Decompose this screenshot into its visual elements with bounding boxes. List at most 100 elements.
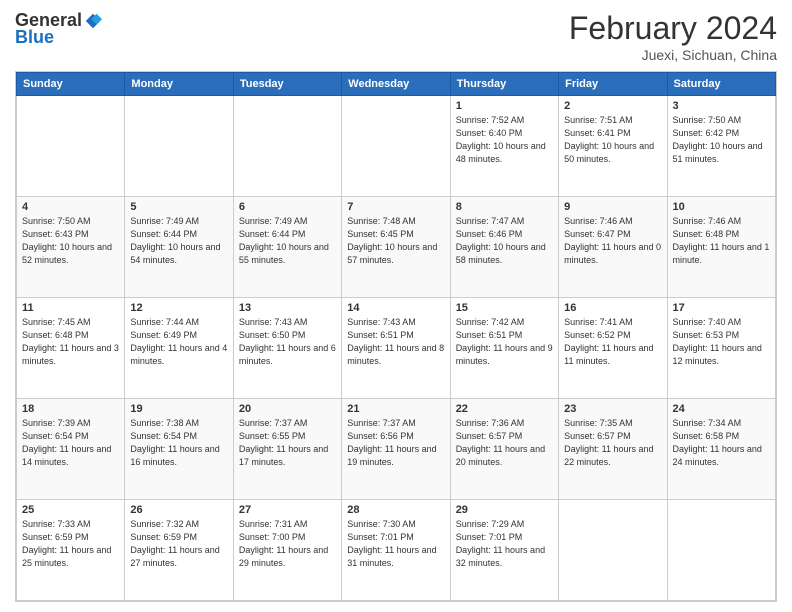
calendar-cell: 25 Sunrise: 7:33 AMSunset: 6:59 PMDayligh… <box>17 500 125 601</box>
day-number: 27 <box>239 504 336 516</box>
day-number: 16 <box>564 302 661 314</box>
day-number: 4 <box>22 201 119 213</box>
day-info: Sunrise: 7:41 AMSunset: 6:52 PMDaylight:… <box>564 316 661 368</box>
day-info: Sunrise: 7:33 AMSunset: 6:59 PMDaylight:… <box>22 518 119 570</box>
logo-blue: Blue <box>15 27 54 48</box>
day-number: 19 <box>130 403 227 415</box>
day-number: 6 <box>239 201 336 213</box>
day-info: Sunrise: 7:50 AMSunset: 6:42 PMDaylight:… <box>673 114 770 166</box>
day-number: 1 <box>456 100 553 112</box>
day-info: Sunrise: 7:46 AMSunset: 6:48 PMDaylight:… <box>673 215 770 267</box>
day-info: Sunrise: 7:31 AMSunset: 7:00 PMDaylight:… <box>239 518 336 570</box>
page-subtitle: Juexi, Sichuan, China <box>569 47 777 63</box>
day-number: 2 <box>564 100 661 112</box>
day-number: 12 <box>130 302 227 314</box>
week-row: 25 Sunrise: 7:33 AMSunset: 6:59 PMDayligh… <box>17 500 776 601</box>
calendar-cell: 1 Sunrise: 7:52 AMSunset: 6:40 PMDaylight… <box>450 96 558 197</box>
days-row: SundayMondayTuesdayWednesdayThursdayFrid… <box>17 73 776 96</box>
day-info: Sunrise: 7:45 AMSunset: 6:48 PMDaylight:… <box>22 316 119 368</box>
day-header-saturday: Saturday <box>667 73 775 96</box>
calendar-cell: 17 Sunrise: 7:40 AMSunset: 6:53 PMDayligh… <box>667 298 775 399</box>
day-number: 14 <box>347 302 444 314</box>
day-info: Sunrise: 7:51 AMSunset: 6:41 PMDaylight:… <box>564 114 661 166</box>
day-info: Sunrise: 7:47 AMSunset: 6:46 PMDaylight:… <box>456 215 553 267</box>
day-info: Sunrise: 7:29 AMSunset: 7:01 PMDaylight:… <box>456 518 553 570</box>
day-number: 24 <box>673 403 770 415</box>
calendar-cell: 7Sunrise: 7:48 AMSunset: 6:45 PMDaylight… <box>342 197 450 298</box>
day-number: 5 <box>130 201 227 213</box>
calendar-cell: 16 Sunrise: 7:41 AMSunset: 6:52 PMDayligh… <box>559 298 667 399</box>
week-row: 1 Sunrise: 7:52 AMSunset: 6:40 PMDaylight… <box>17 96 776 197</box>
calendar-cell: 2 Sunrise: 7:51 AMSunset: 6:41 PMDaylight… <box>559 96 667 197</box>
day-number: 11 <box>22 302 119 314</box>
week-row: 18Sunrise: 7:39 AMSunset: 6:54 PMDayligh… <box>17 399 776 500</box>
day-info: Sunrise: 7:44 AMSunset: 6:49 PMDaylight:… <box>130 316 227 368</box>
calendar-cell: 9 Sunrise: 7:46 AMSunset: 6:47 PMDaylight… <box>559 197 667 298</box>
day-info: Sunrise: 7:34 AMSunset: 6:58 PMDaylight:… <box>673 417 770 469</box>
calendar-cell: 18Sunrise: 7:39 AMSunset: 6:54 PMDayligh… <box>17 399 125 500</box>
calendar-cell: 27 Sunrise: 7:31 AMSunset: 7:00 PMDayligh… <box>233 500 341 601</box>
day-info: Sunrise: 7:49 AMSunset: 6:44 PMDaylight:… <box>130 215 227 267</box>
week-row: 4 Sunrise: 7:50 AMSunset: 6:43 PMDaylight… <box>17 197 776 298</box>
calendar-cell: 26 Sunrise: 7:32 AMSunset: 6:59 PMDayligh… <box>125 500 233 601</box>
calendar-cell: 29 Sunrise: 7:29 AMSunset: 7:01 PMDayligh… <box>450 500 558 601</box>
calendar-cell: 13 Sunrise: 7:43 AMSunset: 6:50 PMDayligh… <box>233 298 341 399</box>
day-number: 18 <box>22 403 119 415</box>
calendar-cell: 12 Sunrise: 7:44 AMSunset: 6:49 PMDayligh… <box>125 298 233 399</box>
calendar-cell: 14Sunrise: 7:43 AMSunset: 6:51 PMDayligh… <box>342 298 450 399</box>
day-number: 25 <box>22 504 119 516</box>
calendar: SundayMondayTuesdayWednesdayThursdayFrid… <box>15 71 777 602</box>
calendar-cell <box>559 500 667 601</box>
calendar-cell: 24 Sunrise: 7:34 AMSunset: 6:58 PMDayligh… <box>667 399 775 500</box>
calendar-cell: 28 Sunrise: 7:30 AMSunset: 7:01 PMDayligh… <box>342 500 450 601</box>
day-number: 22 <box>456 403 553 415</box>
day-info: Sunrise: 7:46 AMSunset: 6:47 PMDaylight:… <box>564 215 661 267</box>
calendar-cell <box>342 96 450 197</box>
calendar-cell: 8 Sunrise: 7:47 AMSunset: 6:46 PMDaylight… <box>450 197 558 298</box>
day-number: 23 <box>564 403 661 415</box>
day-number: 3 <box>673 100 770 112</box>
day-info: Sunrise: 7:43 AMSunset: 6:50 PMDaylight:… <box>239 316 336 368</box>
day-info: Sunrise: 7:35 AMSunset: 6:57 PMDaylight:… <box>564 417 661 469</box>
day-info: Sunrise: 7:37 AMSunset: 6:55 PMDaylight:… <box>239 417 336 469</box>
day-number: 8 <box>456 201 553 213</box>
day-info: Sunrise: 7:48 AMSunset: 6:45 PMDaylight:… <box>347 215 444 267</box>
day-info: Sunrise: 7:32 AMSunset: 6:59 PMDaylight:… <box>130 518 227 570</box>
calendar-cell: 4 Sunrise: 7:50 AMSunset: 6:43 PMDaylight… <box>17 197 125 298</box>
day-header-friday: Friday <box>559 73 667 96</box>
day-info: Sunrise: 7:40 AMSunset: 6:53 PMDaylight:… <box>673 316 770 368</box>
day-number: 28 <box>347 504 444 516</box>
day-info: Sunrise: 7:37 AMSunset: 6:56 PMDaylight:… <box>347 417 444 469</box>
calendar-cell: 11 Sunrise: 7:45 AMSunset: 6:48 PMDayligh… <box>17 298 125 399</box>
day-number: 17 <box>673 302 770 314</box>
day-number: 20 <box>239 403 336 415</box>
day-info: Sunrise: 7:49 AMSunset: 6:44 PMDaylight:… <box>239 215 336 267</box>
calendar-cell: 5 Sunrise: 7:49 AMSunset: 6:44 PMDaylight… <box>125 197 233 298</box>
title-block: February 2024 Juexi, Sichuan, China <box>569 10 777 63</box>
day-info: Sunrise: 7:52 AMSunset: 6:40 PMDaylight:… <box>456 114 553 166</box>
calendar-cell <box>233 96 341 197</box>
logo-icon <box>84 12 102 30</box>
calendar-table: SundayMondayTuesdayWednesdayThursdayFrid… <box>16 72 776 601</box>
day-header-thursday: Thursday <box>450 73 558 96</box>
day-number: 9 <box>564 201 661 213</box>
day-number: 13 <box>239 302 336 314</box>
day-header-sunday: Sunday <box>17 73 125 96</box>
day-info: Sunrise: 7:50 AMSunset: 6:43 PMDaylight:… <box>22 215 119 267</box>
day-number: 26 <box>130 504 227 516</box>
day-info: Sunrise: 7:38 AMSunset: 6:54 PMDaylight:… <box>130 417 227 469</box>
calendar-cell <box>17 96 125 197</box>
day-number: 15 <box>456 302 553 314</box>
calendar-cell: 3 Sunrise: 7:50 AMSunset: 6:42 PMDaylight… <box>667 96 775 197</box>
calendar-cell: 20 Sunrise: 7:37 AMSunset: 6:55 PMDayligh… <box>233 399 341 500</box>
week-row: 11 Sunrise: 7:45 AMSunset: 6:48 PMDayligh… <box>17 298 776 399</box>
calendar-cell: 23 Sunrise: 7:35 AMSunset: 6:57 PMDayligh… <box>559 399 667 500</box>
calendar-cell: 22Sunrise: 7:36 AMSunset: 6:57 PMDayligh… <box>450 399 558 500</box>
day-number: 29 <box>456 504 553 516</box>
day-number: 21 <box>347 403 444 415</box>
calendar-cell: 21 Sunrise: 7:37 AMSunset: 6:56 PMDayligh… <box>342 399 450 500</box>
calendar-cell: 10Sunrise: 7:46 AMSunset: 6:48 PMDayligh… <box>667 197 775 298</box>
calendar-cell: 19 Sunrise: 7:38 AMSunset: 6:54 PMDayligh… <box>125 399 233 500</box>
day-info: Sunrise: 7:30 AMSunset: 7:01 PMDaylight:… <box>347 518 444 570</box>
calendar-cell: 6 Sunrise: 7:49 AMSunset: 6:44 PMDaylight… <box>233 197 341 298</box>
